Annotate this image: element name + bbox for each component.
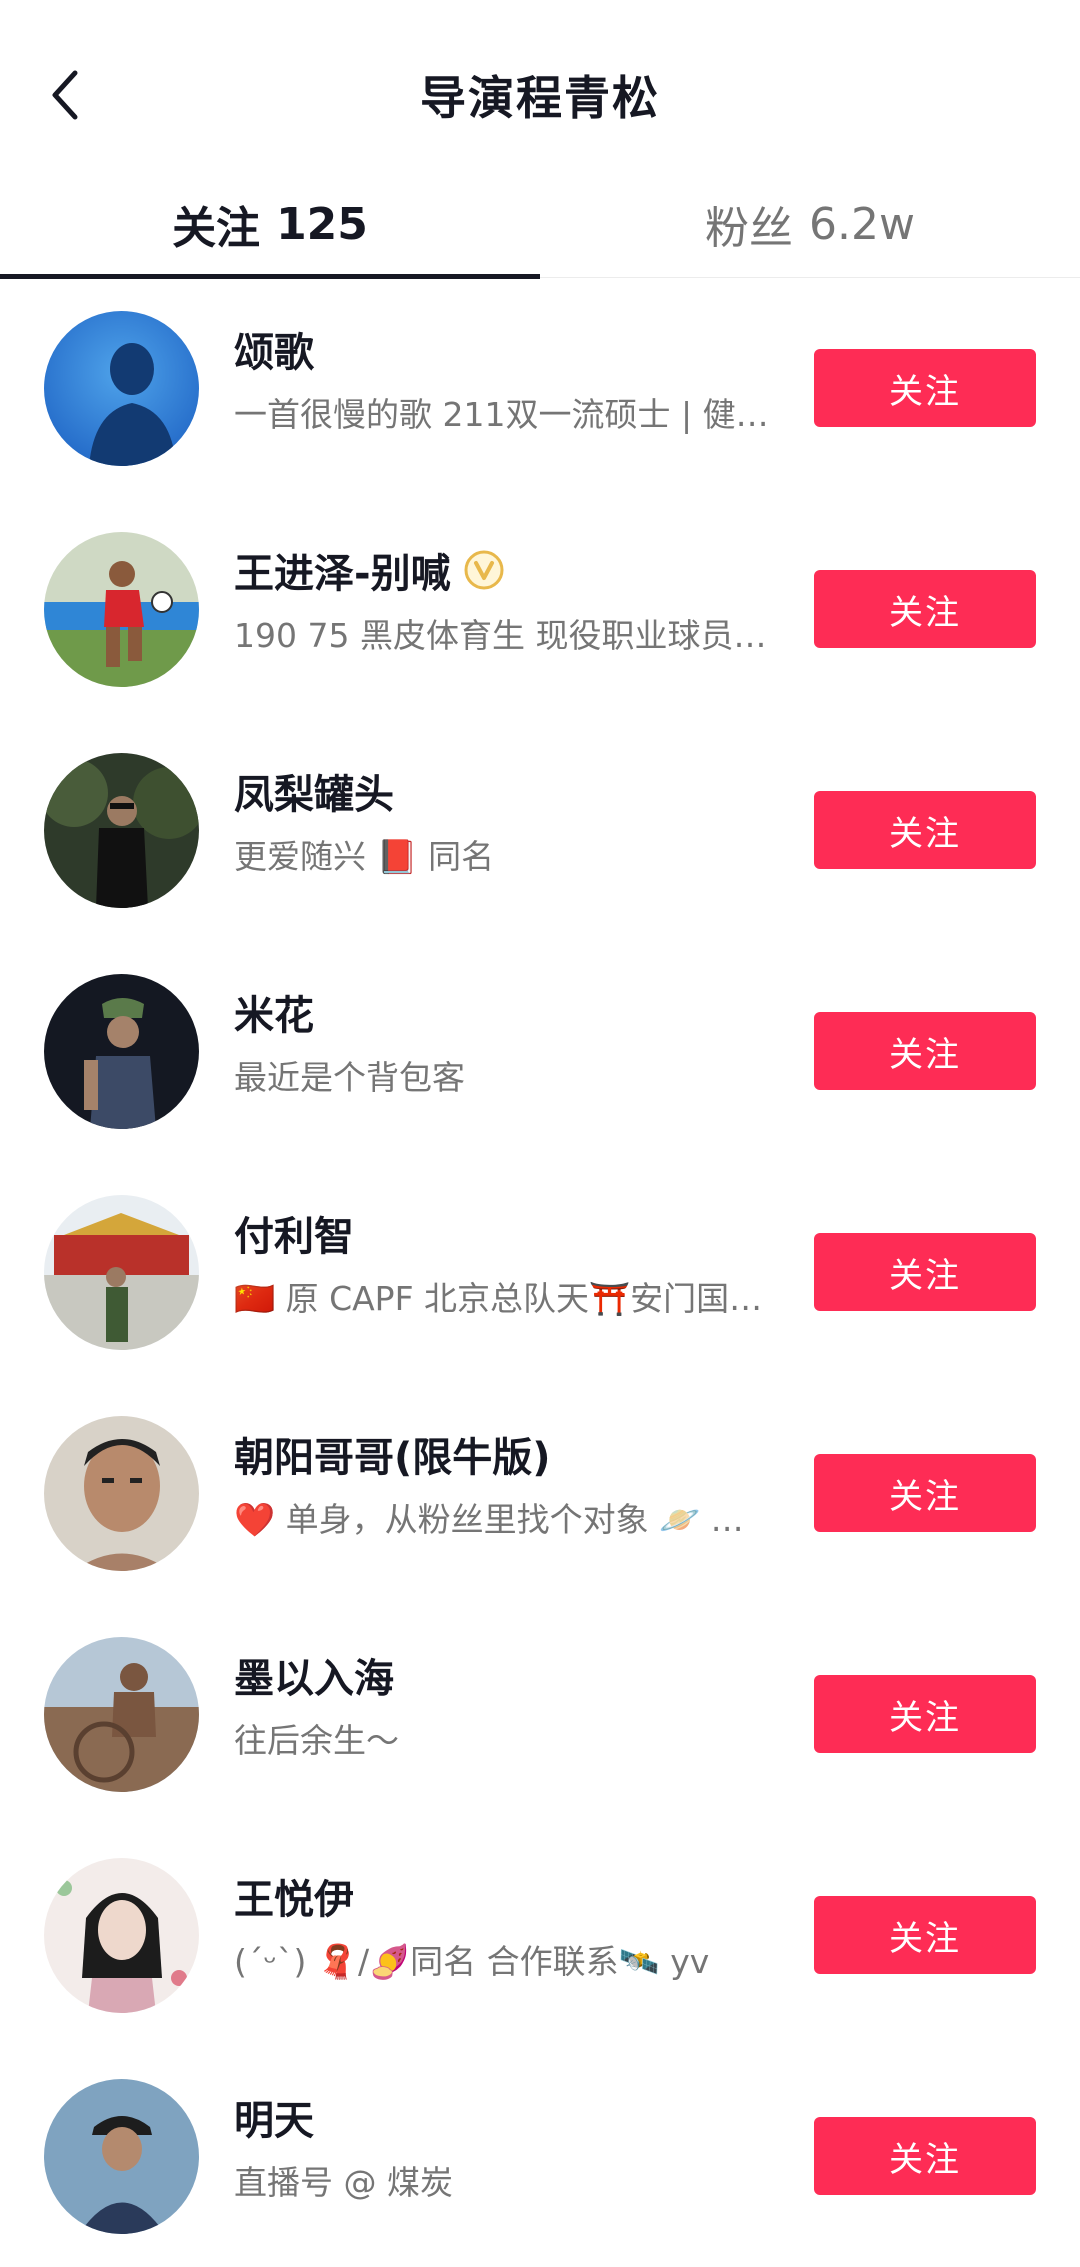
follow-button[interactable]: 关注 — [814, 1896, 1036, 1974]
user-name[interactable]: 米花 — [234, 983, 314, 1041]
list-item[interactable]: 王进泽-别喊 190 75 黑皮体育生 现役职业球员 | 合作请私信 关注 — [0, 499, 1080, 720]
tab-followers-count: 6.2w — [809, 198, 915, 250]
tab-following-label: 关注 — [172, 203, 261, 254]
tab-followers[interactable]: 粉丝 6.2w — [540, 170, 1080, 278]
user-name[interactable]: 墨以入海 — [234, 1646, 394, 1704]
user-bio: 往后余生～ — [234, 1721, 399, 1760]
follow-button[interactable]: 关注 — [814, 2117, 1036, 2195]
tab-following-count: 125 — [276, 198, 368, 250]
list-item[interactable]: 墨以入海 往后余生～ 关注 — [0, 1604, 1080, 1825]
list-item[interactable]: 明天 直播号 @ 煤炭 关注 — [0, 2046, 1080, 2267]
user-bio: 一首很慢的歌 211双一流硕士 | 健身达人 | 喜欢旅行 — [234, 395, 774, 434]
user-name[interactable]: 颂歌 — [234, 320, 314, 378]
user-name[interactable]: 付利智 — [234, 1204, 354, 1262]
list-item[interactable]: 付利智 🇨🇳 原 CAPF 北京总队天⛩️安门国旗护卫队 关注 — [0, 1162, 1080, 1383]
follow-button[interactable]: 关注 — [814, 1675, 1036, 1753]
user-bio: 更爱随兴 📕 同名 — [234, 837, 495, 876]
avatar[interactable] — [44, 753, 199, 908]
avatar[interactable] — [44, 974, 199, 1129]
user-bio: (ˊᵕˋ) 🧣/🍠同名 合作联系🛰️ yv — [234, 1942, 710, 1981]
avatar[interactable] — [44, 1195, 199, 1350]
follow-button[interactable]: 关注 — [814, 1233, 1036, 1311]
follow-button[interactable]: 关注 — [814, 1454, 1036, 1532]
tab-followers-label: 粉丝 — [705, 203, 794, 254]
user-name[interactable]: 王进泽-别喊 — [234, 541, 505, 599]
list-item[interactable]: 王悦伊 (ˊᵕˋ) 🧣/🍠同名 合作联系🛰️ yv 关注 — [0, 1825, 1080, 2046]
user-name[interactable]: 凤梨罐头 — [234, 762, 394, 820]
list-item[interactable]: 朝阳哥哥(限牛版) ❤️ 单身，从粉丝里找个对象 🪐 合作私信 关注 — [0, 1383, 1080, 1604]
avatar[interactable] — [44, 532, 199, 687]
list-item[interactable]: 凤梨罐头 更爱随兴 📕 同名 关注 — [0, 720, 1080, 941]
page-title: 导演程青松 — [420, 71, 660, 125]
user-name[interactable]: 明天 — [234, 2088, 314, 2146]
follow-button[interactable]: 关注 — [814, 570, 1036, 648]
user-bio: 🇨🇳 原 CAPF 北京总队天⛩️安门国旗护卫队 — [234, 1279, 774, 1318]
user-name[interactable]: 朝阳哥哥(限牛版) — [234, 1425, 551, 1483]
user-bio: 直播号 @ 煤炭 — [234, 2163, 453, 2202]
avatar[interactable] — [44, 311, 199, 466]
tab-following[interactable]: 关注 125 — [0, 170, 540, 279]
list-item[interactable]: 米花 最近是个背包客 关注 — [0, 941, 1080, 1162]
follow-button[interactable]: 关注 — [814, 1012, 1036, 1090]
avatar[interactable] — [44, 2079, 199, 2234]
avatar[interactable] — [44, 1858, 199, 2013]
header: 导演程青松 — [0, 0, 1080, 170]
user-name[interactable]: 王悦伊 — [234, 1867, 354, 1925]
avatar[interactable] — [44, 1637, 199, 1792]
avatar[interactable] — [44, 1416, 199, 1571]
user-bio: 190 75 黑皮体育生 现役职业球员 | 合作请私信 — [234, 616, 774, 655]
follow-button[interactable]: 关注 — [814, 349, 1036, 427]
user-bio: ❤️ 单身，从粉丝里找个对象 🪐 合作私信 — [234, 1500, 774, 1539]
follow-button[interactable]: 关注 — [814, 791, 1036, 869]
user-bio: 最近是个背包客 — [234, 1058, 465, 1097]
list-item[interactable]: 颂歌 一首很慢的歌 211双一流硕士 | 健身达人 | 喜欢旅行 关注 — [0, 278, 1080, 499]
verified-badge-icon — [463, 549, 505, 591]
tab-bar: 关注 125 粉丝 6.2w — [0, 170, 1080, 279]
